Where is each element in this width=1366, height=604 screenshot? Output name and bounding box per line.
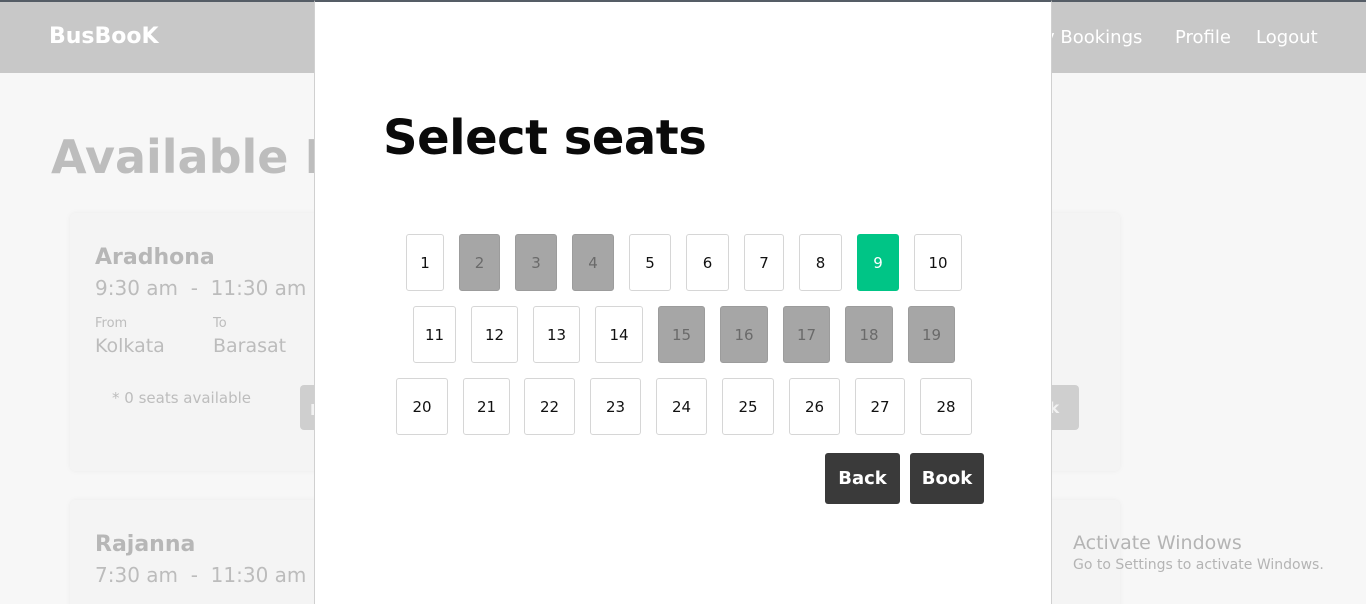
seat-number: 2 xyxy=(474,253,485,272)
seat-number: 25 xyxy=(738,397,758,416)
arrival-time: 11:30 am xyxy=(210,276,307,300)
seat-number: 24 xyxy=(671,397,692,416)
seat-number: 27 xyxy=(870,397,890,416)
to-value: Barasat xyxy=(213,335,287,357)
seat-15[interactable]: 15 xyxy=(658,306,705,363)
seat-number: 28 xyxy=(936,397,956,416)
seat-number: 23 xyxy=(605,397,626,416)
seat-25[interactable]: 25 xyxy=(722,378,774,435)
seat-3[interactable]: 3 xyxy=(515,234,557,291)
seat-26[interactable]: 26 xyxy=(789,378,840,435)
departure-time: 7:30 am xyxy=(95,563,179,587)
seat-number: 4 xyxy=(588,253,598,272)
seat-number: 15 xyxy=(671,325,692,344)
seat-number: 22 xyxy=(539,397,560,416)
modal-title: Select seats xyxy=(383,110,707,166)
bus-name: Rajanna xyxy=(95,532,196,557)
seat-17[interactable]: 17 xyxy=(783,306,830,363)
seat-2[interactable]: 2 xyxy=(459,234,500,291)
seat-7[interactable]: 7 xyxy=(744,234,784,291)
seat-5[interactable]: 5 xyxy=(629,234,671,291)
activate-windows-watermark: Activate Windows Go to Settings to activ… xyxy=(1073,532,1324,573)
seat-19[interactable]: 19 xyxy=(908,306,955,363)
seat-number: 1 xyxy=(420,253,430,272)
back-button[interactable]: Back xyxy=(825,453,900,504)
seat-number: 26 xyxy=(804,397,825,416)
seat-1[interactable]: 1 xyxy=(406,234,444,291)
to-label: To xyxy=(213,316,227,331)
seat-6[interactable]: 6 xyxy=(686,234,729,291)
seat-22[interactable]: 22 xyxy=(524,378,575,435)
seat-number: 5 xyxy=(645,253,655,272)
bus-time: 9:30 am - 11:30 am xyxy=(95,276,306,300)
time-separator: - xyxy=(190,276,198,300)
seat-21[interactable]: 21 xyxy=(463,378,510,435)
seat-number: 18 xyxy=(859,325,879,344)
seat-number: 10 xyxy=(928,253,948,272)
seats-available-text: * 0 seats available xyxy=(112,389,251,407)
arrival-time: 11:30 am xyxy=(210,563,307,587)
departure-time: 9:30 am xyxy=(95,276,179,300)
seat-number: 3 xyxy=(531,253,541,272)
seat-23[interactable]: 23 xyxy=(590,378,641,435)
from-label: From xyxy=(95,316,128,331)
seat-18[interactable]: 18 xyxy=(845,306,893,363)
seat-number: 9 xyxy=(873,253,883,272)
seat-16[interactable]: 16 xyxy=(720,306,768,363)
page-title: Available B xyxy=(51,130,340,184)
seat-20[interactable]: 20 xyxy=(396,378,448,435)
seat-4[interactable]: 4 xyxy=(572,234,614,291)
seat-number: 21 xyxy=(476,397,497,416)
seat-number: 16 xyxy=(734,325,754,344)
seat-number: 12 xyxy=(484,325,505,344)
nav-profile-link[interactable]: Profile xyxy=(1175,27,1231,48)
seat-number: 7 xyxy=(759,253,769,272)
from-value: Kolkata xyxy=(95,335,165,357)
bus-name: Aradhona xyxy=(95,245,215,270)
seat-13[interactable]: 13 xyxy=(533,306,580,363)
seat-number: 8 xyxy=(815,253,826,272)
seat-27[interactable]: 27 xyxy=(855,378,905,435)
seat-number: 19 xyxy=(921,325,942,344)
seat-24[interactable]: 24 xyxy=(656,378,707,435)
brand-logo[interactable]: BusBooK xyxy=(49,24,159,49)
watermark-title: Activate Windows xyxy=(1073,532,1242,554)
seat-selection-modal: Select seats 1 2 3 4 5 6 7 8 9 10 11 12 … xyxy=(314,0,1052,604)
seat-number: 17 xyxy=(796,325,817,344)
nav-my-bookings-link[interactable]: y Bookings xyxy=(1044,27,1142,48)
seat-28[interactable]: 28 xyxy=(920,378,972,435)
seat-11[interactable]: 11 xyxy=(413,306,456,363)
book-button[interactable]: Book xyxy=(910,453,984,504)
seat-number: 11 xyxy=(424,325,445,344)
seat-14[interactable]: 14 xyxy=(595,306,643,363)
seat-12[interactable]: 12 xyxy=(471,306,518,363)
watermark-subtitle: Go to Settings to activate Windows. xyxy=(1073,557,1324,573)
seat-9[interactable]: 9 xyxy=(857,234,899,291)
seat-number: 14 xyxy=(609,325,629,344)
nav-logout-link[interactable]: Logout xyxy=(1256,27,1318,48)
seat-number: 6 xyxy=(702,253,713,272)
seat-number: 13 xyxy=(546,325,567,344)
seat-number: 20 xyxy=(412,397,432,416)
bus-time: 7:30 am - 11:30 am xyxy=(95,563,306,587)
time-separator: - xyxy=(190,563,198,587)
seat-10[interactable]: 10 xyxy=(914,234,962,291)
seat-8[interactable]: 8 xyxy=(799,234,842,291)
